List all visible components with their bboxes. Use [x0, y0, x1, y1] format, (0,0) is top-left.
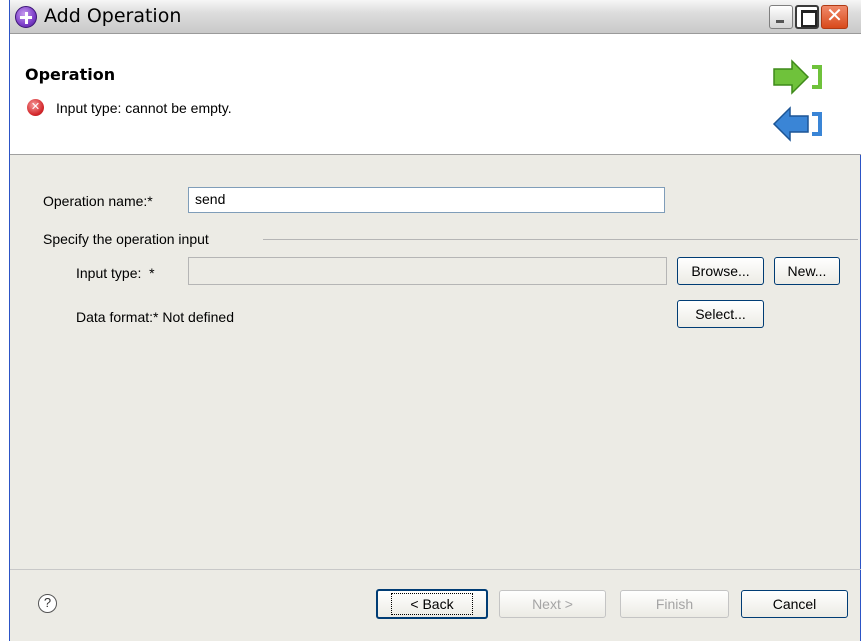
error-circle-icon: ✕	[27, 99, 44, 116]
maximize-button[interactable]	[795, 5, 819, 29]
back-button[interactable]: < Back	[376, 589, 488, 619]
window-title: Add Operation	[44, 5, 182, 27]
operation-name-input[interactable]: send	[188, 187, 665, 213]
browse-button[interactable]: Browse...	[677, 257, 764, 285]
add-operation-dialog: Add Operation ✕ Operation ✕ Input type: …	[9, 0, 861, 641]
wizard-plus-icon	[15, 6, 37, 28]
next-button: Next >	[499, 590, 606, 618]
close-button[interactable]: ✕	[821, 5, 848, 29]
page-title: Operation	[25, 65, 116, 84]
back-button-label: < Back	[391, 593, 473, 615]
help-icon[interactable]: ?	[38, 594, 57, 613]
operation-name-label: Operation name:*	[43, 193, 153, 209]
finish-button: Finish	[620, 590, 729, 618]
data-format-value: Not defined	[162, 309, 234, 325]
select-button[interactable]: Select...	[677, 300, 764, 328]
footer-divider	[10, 569, 861, 570]
data-format-label: Data format:	[76, 309, 154, 325]
new-button[interactable]: New...	[774, 257, 840, 285]
title-bar[interactable]: Add Operation ✕	[10, 0, 861, 34]
input-type-label: Input type: *	[76, 265, 155, 281]
required-asterisk: *	[149, 265, 155, 281]
required-asterisk: *	[153, 309, 159, 325]
input-type-field	[188, 257, 667, 285]
minimize-button[interactable]	[769, 5, 793, 29]
green-forward-arrow-icon	[773, 59, 822, 95]
required-asterisk: *	[147, 193, 153, 209]
data-format-row: Data format:* Not defined	[76, 309, 234, 325]
blue-back-arrow-icon	[772, 106, 822, 142]
error-message: Input type: cannot be empty.	[56, 100, 232, 116]
cancel-button[interactable]: Cancel	[741, 590, 848, 618]
group-divider	[263, 239, 858, 240]
header-top-strip	[10, 34, 861, 55]
operation-input-group-label: Specify the operation input	[43, 231, 209, 247]
